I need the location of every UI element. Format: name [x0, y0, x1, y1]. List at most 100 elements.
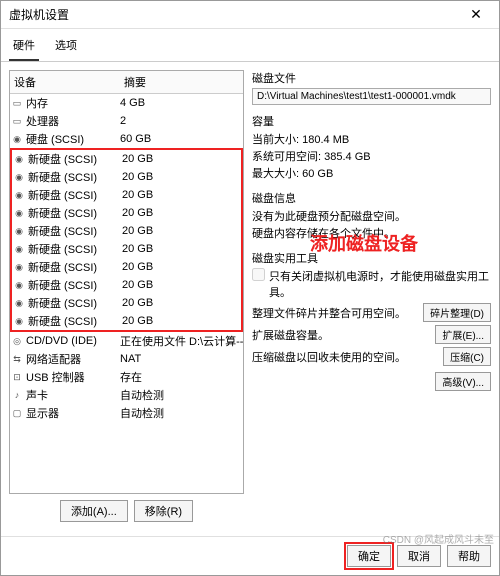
device-row[interactable]: ◉新硬盘 (SCSI)20 GB: [12, 168, 241, 186]
device-row[interactable]: ◎CD/DVD (IDE)正在使用文件 D:\云计算--搭...: [10, 332, 243, 350]
device-icon: ⊡: [10, 372, 24, 383]
content-area: 设备 摘要 ▭内存4 GB▭处理器2◉硬盘 (SCSI)60 GB◉新硬盘 (S…: [1, 62, 499, 536]
device-name: 内存: [24, 95, 120, 111]
device-name: 新硬盘 (SCSI): [26, 205, 122, 221]
device-list: 设备 摘要 ▭内存4 GB▭处理器2◉硬盘 (SCSI)60 GB◉新硬盘 (S…: [9, 70, 244, 494]
device-row[interactable]: ⇆网络适配器NAT: [10, 350, 243, 368]
highlighted-new-disks: ◉新硬盘 (SCSI)20 GB◉新硬盘 (SCSI)20 GB◉新硬盘 (SC…: [10, 148, 243, 332]
advanced-button[interactable]: 高级(V)...: [435, 372, 491, 391]
tools-label: 磁盘实用工具: [252, 250, 491, 266]
device-summary: 20 GB: [122, 225, 241, 237]
device-summary: 自动检测: [120, 405, 243, 421]
help-button[interactable]: 帮助: [447, 545, 491, 567]
cancel-button[interactable]: 取消: [397, 545, 441, 567]
expand-button[interactable]: 扩展(E)...: [435, 325, 491, 344]
ok-button[interactable]: 确定: [347, 545, 391, 567]
device-summary: 存在: [120, 369, 243, 385]
device-name: 新硬盘 (SCSI): [26, 169, 122, 185]
disk-file-label: 磁盘文件: [252, 70, 491, 86]
device-row[interactable]: ♪声卡自动检测: [10, 386, 243, 404]
device-row[interactable]: ▭内存4 GB: [10, 94, 243, 112]
device-icon: ◉: [12, 226, 26, 237]
device-buttons: 添加(A)... 移除(R): [9, 494, 244, 528]
col-device: 设备: [10, 71, 120, 93]
device-icon: ◉: [12, 316, 26, 327]
device-summary: 20 GB: [122, 189, 241, 201]
device-row[interactable]: ◉新硬盘 (SCSI)20 GB: [12, 240, 241, 258]
device-name: 新硬盘 (SCSI): [26, 277, 122, 293]
device-row[interactable]: ◉新硬盘 (SCSI)20 GB: [12, 276, 241, 294]
device-summary: 60 GB: [120, 133, 243, 145]
device-summary: 20 GB: [122, 261, 241, 273]
device-name: USB 控制器: [24, 369, 120, 385]
device-summary: 自动检测: [120, 387, 243, 403]
device-name: 新硬盘 (SCSI): [26, 187, 122, 203]
device-name: 网络适配器: [24, 351, 120, 367]
tab-bar: 硬件 选项: [1, 29, 499, 62]
device-summary: 20 GB: [122, 297, 241, 309]
device-summary: 正在使用文件 D:\云计算--搭...: [120, 333, 243, 349]
device-row[interactable]: ⊡USB 控制器存在: [10, 368, 243, 386]
device-name: 新硬盘 (SCSI): [26, 259, 122, 275]
device-summary: NAT: [120, 353, 243, 365]
device-summary: 20 GB: [122, 153, 241, 165]
list-body[interactable]: ▭内存4 GB▭处理器2◉硬盘 (SCSI)60 GB◉新硬盘 (SCSI)20…: [10, 94, 243, 422]
device-name: 新硬盘 (SCSI): [26, 151, 122, 167]
device-icon: ◉: [12, 208, 26, 219]
device-icon: ▢: [10, 408, 24, 419]
device-row[interactable]: ◉硬盘 (SCSI)60 GB: [10, 130, 243, 148]
device-icon: ♪: [10, 390, 24, 400]
device-name: CD/DVD (IDE): [24, 335, 120, 347]
device-icon: ◉: [12, 280, 26, 291]
compact-button[interactable]: 压缩(C): [443, 347, 491, 366]
disk-tools-section: 磁盘实用工具 只有关闭虚拟机电源时，才能使用磁盘实用工具。 整理文件碎片并整合可…: [252, 250, 491, 394]
disk-info-label: 磁盘信息: [252, 190, 491, 206]
device-name: 处理器: [24, 113, 120, 129]
remove-button[interactable]: 移除(R): [134, 500, 193, 522]
col-summary: 摘要: [120, 71, 243, 93]
titlebar: 虚拟机设置 ✕: [1, 1, 499, 29]
device-icon: ◉: [12, 262, 26, 273]
current-size: 当前大小: 180.4 MB: [252, 131, 491, 147]
device-icon: ◉: [12, 298, 26, 309]
device-name: 硬盘 (SCSI): [24, 131, 120, 147]
tab-options[interactable]: 选项: [51, 33, 81, 61]
disk-file-input[interactable]: [252, 88, 491, 105]
add-button[interactable]: 添加(A)...: [60, 500, 128, 522]
disk-info-1: 没有为此硬盘预分配磁盘空间。: [252, 208, 491, 224]
device-name: 声卡: [24, 387, 120, 403]
device-row[interactable]: ◉新硬盘 (SCSI)20 GB: [12, 258, 241, 276]
compact-text: 压缩磁盘以回收未使用的空间。: [252, 349, 406, 365]
disk-file-section: 磁盘文件: [252, 70, 491, 105]
device-row[interactable]: ◉新硬盘 (SCSI)20 GB: [12, 204, 241, 222]
device-summary: 20 GB: [122, 279, 241, 291]
defrag-button[interactable]: 碎片整理(D): [423, 303, 491, 322]
dialog-title: 虚拟机设置: [9, 6, 69, 23]
vm-settings-dialog: 虚拟机设置 ✕ 硬件 选项 设备 摘要 ▭内存4 GB▭处理器2◉硬盘 (SCS…: [0, 0, 500, 576]
device-row[interactable]: ◉新硬盘 (SCSI)20 GB: [12, 150, 241, 168]
device-row[interactable]: ◉新硬盘 (SCSI)20 GB: [12, 312, 241, 330]
device-summary: 4 GB: [120, 97, 243, 109]
device-name: 新硬盘 (SCSI): [26, 313, 122, 329]
max-size: 最大大小: 60 GB: [252, 165, 491, 181]
tab-hardware[interactable]: 硬件: [9, 33, 39, 61]
device-row[interactable]: ◉新硬盘 (SCSI)20 GB: [12, 186, 241, 204]
disk-info-2: 硬盘内容存储在各个文件中。: [252, 225, 491, 241]
device-summary: 2: [120, 115, 243, 127]
device-icon: ◉: [12, 154, 26, 165]
device-row[interactable]: ▭处理器2: [10, 112, 243, 130]
device-summary: 20 GB: [122, 243, 241, 255]
close-icon[interactable]: ✕: [461, 5, 491, 25]
device-row[interactable]: ◉新硬盘 (SCSI)20 GB: [12, 222, 241, 240]
device-row[interactable]: ▢显示器自动检测: [10, 404, 243, 422]
device-icon: ◉: [12, 172, 26, 183]
device-icon: ◉: [12, 244, 26, 255]
device-name: 新硬盘 (SCSI): [26, 295, 122, 311]
capacity-section: 容量 当前大小: 180.4 MB 系统可用空间: 385.4 GB 最大大小:…: [252, 113, 491, 182]
free-space: 系统可用空间: 385.4 GB: [252, 148, 491, 164]
device-row[interactable]: ◉新硬盘 (SCSI)20 GB: [12, 294, 241, 312]
capacity-label: 容量: [252, 113, 491, 129]
power-off-checkbox: [252, 268, 265, 281]
defrag-text: 整理文件碎片并整合可用空间。: [252, 305, 406, 321]
right-panel: 磁盘文件 容量 当前大小: 180.4 MB 系统可用空间: 385.4 GB …: [252, 70, 491, 528]
